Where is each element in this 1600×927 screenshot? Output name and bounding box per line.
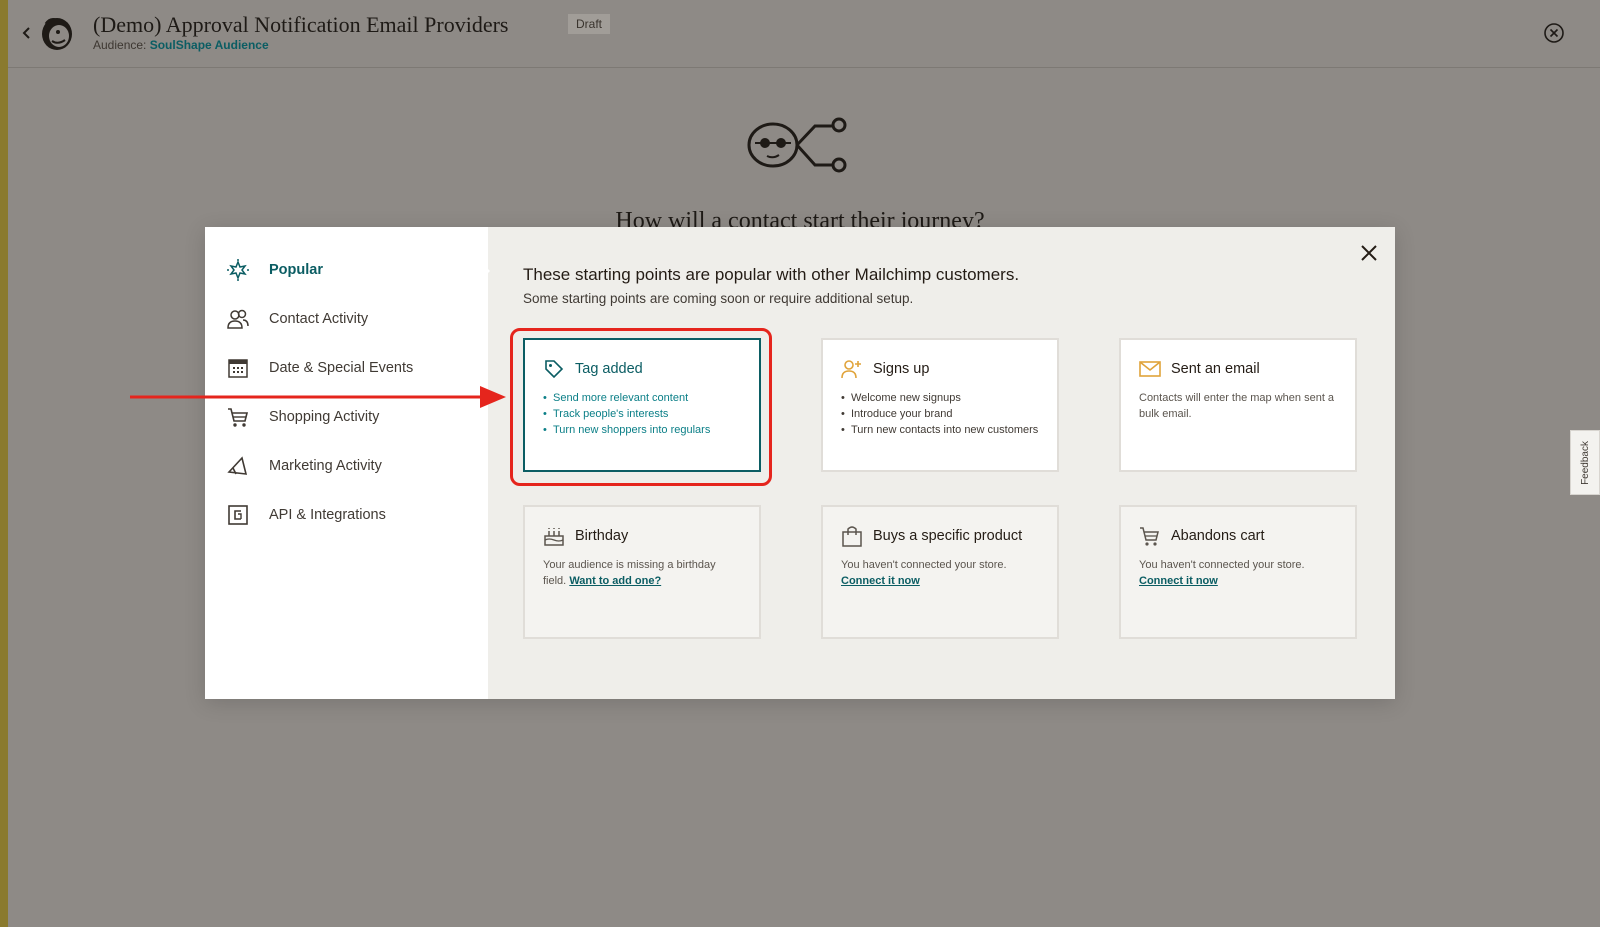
card-buys-specific-product[interactable]: Buys a specific product You haven't conn… (821, 505, 1059, 639)
envelope-icon (1139, 358, 1161, 380)
page-header: (Demo) Approval Notification Email Provi… (8, 0, 1600, 68)
card-description: Your audience is missing a birthday fiel… (543, 557, 741, 589)
modal-sidebar: Popular Contact Activity Date & Special … (205, 227, 488, 699)
left-accent-stripe (0, 0, 8, 927)
card-description: Contacts will enter the map when sent a … (1139, 392, 1335, 420)
card-tag-added[interactable]: Tag added Send more relevant content Tra… (523, 338, 761, 472)
sidebar-item-label: Date & Special Events (269, 360, 414, 376)
audience-line: Audience: SoulShape Audience (93, 38, 269, 52)
active-pointer (481, 262, 490, 280)
feedback-label: Feedback (1579, 440, 1591, 485)
cart-icon (1139, 525, 1161, 547)
cake-icon (543, 525, 565, 547)
sidebar-item-popular[interactable]: Popular (225, 255, 475, 285)
starting-point-modal: Popular Contact Activity Date & Special … (205, 227, 1395, 699)
audience-label: Audience: (93, 38, 147, 52)
list-item: Turn new contacts into new customers (841, 422, 1039, 438)
sidebar-item-label: Contact Activity (269, 311, 369, 327)
sidebar-item-api-integrations[interactable]: API & Integrations (225, 500, 475, 530)
close-circle-icon[interactable] (1543, 22, 1565, 44)
card-title: Sent an email (1171, 361, 1260, 377)
card-title: Abandons cart (1171, 528, 1265, 544)
sidebar-item-label: Shopping Activity (269, 409, 380, 425)
audience-link[interactable]: SoulShape Audience (150, 38, 269, 52)
feedback-tab[interactable]: Feedback (1570, 430, 1600, 495)
sidebar-item-marketing-activity[interactable]: Marketing Activity (225, 451, 475, 481)
card-text: You haven't connected your store. (841, 559, 1007, 571)
page-title: (Demo) Approval Notification Email Provi… (93, 12, 509, 37)
contacts-icon (225, 306, 251, 332)
card-signs-up[interactable]: Signs up Welcome new signups Introduce y… (821, 338, 1059, 472)
journey-illustration-icon (747, 117, 847, 173)
list-item: Track people's interests (543, 406, 741, 422)
api-icon (225, 502, 251, 528)
card-bullets: Send more relevant content Track people'… (543, 390, 741, 438)
sidebar-item-date-special-events[interactable]: Date & Special Events (225, 353, 475, 383)
card-text: You haven't connected your store. (1139, 559, 1305, 571)
mailchimp-logo-icon (42, 18, 72, 50)
card-birthday[interactable]: Birthday Your audience is missing a birt… (523, 505, 761, 639)
list-item: Turn new shoppers into regulars (543, 422, 741, 438)
card-title: Birthday (575, 528, 629, 544)
modal-subheading: Some starting points are coming soon or … (523, 291, 914, 306)
sparkle-icon (225, 257, 251, 283)
modal-heading: These starting points are popular with o… (523, 265, 1020, 284)
add-birthday-link[interactable]: Want to add one? (569, 575, 661, 587)
card-title: Buys a specific product (873, 528, 1023, 544)
sidebar-item-label: Popular (269, 262, 323, 278)
card-sent-an-email[interactable]: Sent an email Contacts will enter the ma… (1119, 338, 1357, 472)
tag-icon (543, 358, 565, 380)
chevron-left-icon (22, 27, 30, 39)
close-icon[interactable] (1358, 242, 1380, 264)
annotation-arrow-icon (130, 386, 506, 408)
card-title: Tag added (575, 361, 643, 377)
card-bullets: Welcome new signups Introduce your brand… (841, 390, 1039, 438)
shopping-bag-icon (841, 525, 863, 547)
list-item: Welcome new signups (841, 390, 1039, 406)
user-plus-icon (841, 358, 863, 380)
status-badge: Draft (568, 14, 611, 34)
card-abandons-cart[interactable]: Abandons cart You haven't connected your… (1119, 505, 1357, 639)
megaphone-icon (225, 453, 251, 479)
card-description: You haven't connected your store. Connect… (841, 557, 1039, 589)
connect-store-link[interactable]: Connect it now (1139, 575, 1218, 587)
list-item: Introduce your brand (841, 406, 1039, 422)
calendar-icon (225, 355, 251, 381)
list-item: Send more relevant content (543, 390, 741, 406)
card-description: You haven't connected your store. Connect… (1139, 557, 1337, 589)
connect-store-link[interactable]: Connect it now (841, 575, 920, 587)
sidebar-item-contact-activity[interactable]: Contact Activity (225, 304, 475, 334)
sidebar-item-label: Marketing Activity (269, 458, 382, 474)
card-title: Signs up (873, 361, 930, 377)
back-button[interactable] (14, 20, 40, 46)
sidebar-item-label: API & Integrations (269, 507, 386, 523)
